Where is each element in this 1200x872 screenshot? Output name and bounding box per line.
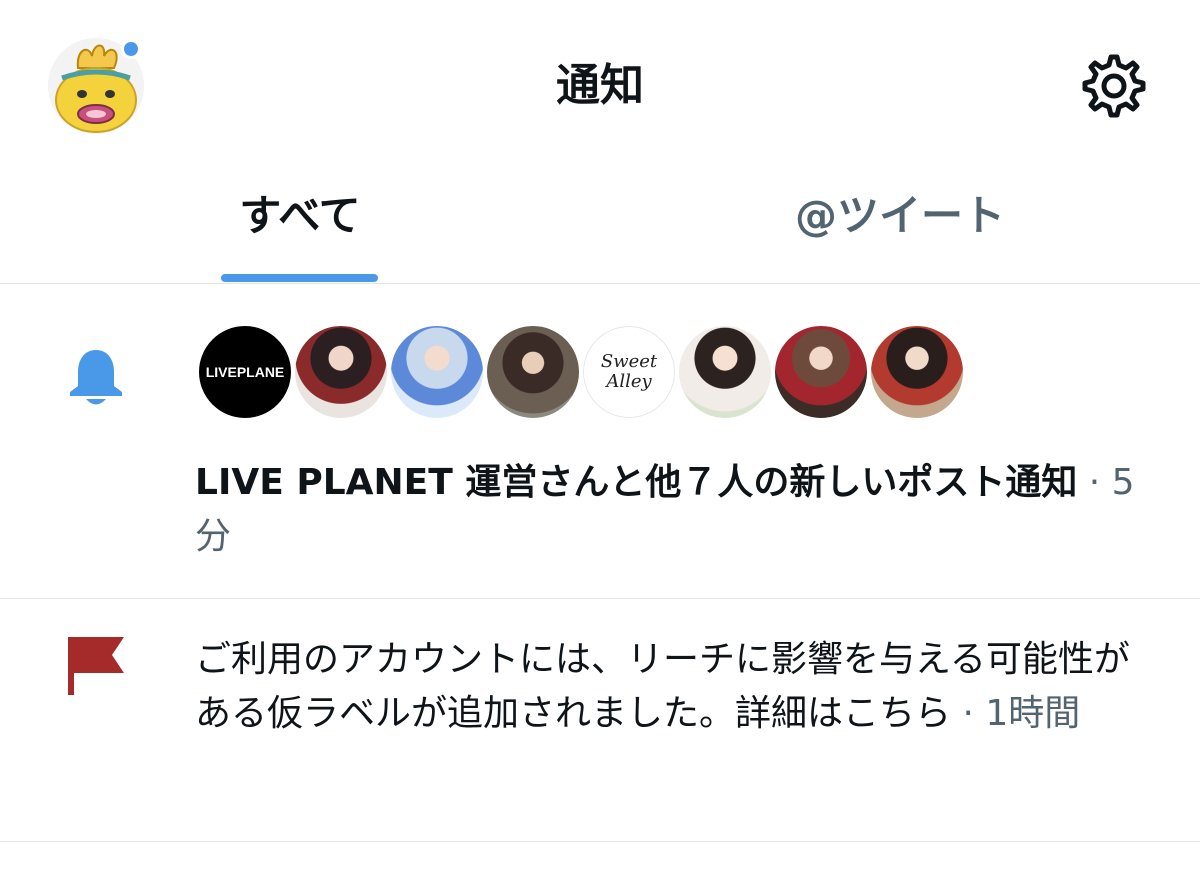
active-tab-indicator	[221, 274, 378, 282]
gear-icon[interactable]	[1080, 52, 1148, 120]
notification-message: さんと他７人の新しいポスト通知	[537, 462, 1078, 503]
tab-all[interactable]: すべて	[150, 170, 450, 283]
notification-time: · 1時間	[951, 693, 1081, 734]
avatar-photo[interactable]	[483, 322, 583, 422]
avatar-logo-text: LIVEPLANE	[205, 364, 285, 380]
avatar-photo[interactable]	[675, 322, 775, 422]
avatar-photo[interactable]	[867, 322, 967, 422]
avatar-photo[interactable]	[387, 322, 487, 422]
notification-text: LIVE PLANET 運営さんと他７人の新しいポスト通知 · 5 分	[195, 456, 1155, 564]
avatar-sweet-alley[interactable]: Sweet Alley	[579, 322, 679, 422]
avatar-logo-text: Sweet Alley	[600, 351, 658, 392]
avatar-photo[interactable]	[771, 322, 871, 422]
notification-item[interactable]: ご利用のアカウントには、リーチに影響を与える可能性がある仮ラベルが追加されました…	[0, 599, 1200, 842]
bell-icon	[66, 346, 126, 406]
avatar-photo[interactable]	[291, 322, 391, 422]
page-title: 通知	[556, 60, 644, 111]
flag-icon	[66, 635, 126, 697]
notification-text: ご利用のアカウントには、リーチに影響を与える可能性がある仮ラベルが追加されました…	[195, 633, 1155, 741]
notification-item[interactable]: LIVEPLANE Sweet Alley LIVE PLANET 運営さんと他…	[0, 284, 1200, 599]
unread-dot	[121, 39, 141, 59]
tab-bar: すべて @ツイート	[0, 170, 1200, 284]
header: 通知	[0, 0, 1200, 170]
avatar-stack: LIVEPLANE Sweet Alley	[195, 322, 995, 422]
avatar-live-planet[interactable]: LIVEPLANE	[195, 322, 295, 422]
notification-account-name[interactable]: LIVE PLANET 運営	[195, 462, 537, 503]
tab-mentions[interactable]: @ツイート	[750, 170, 1050, 283]
